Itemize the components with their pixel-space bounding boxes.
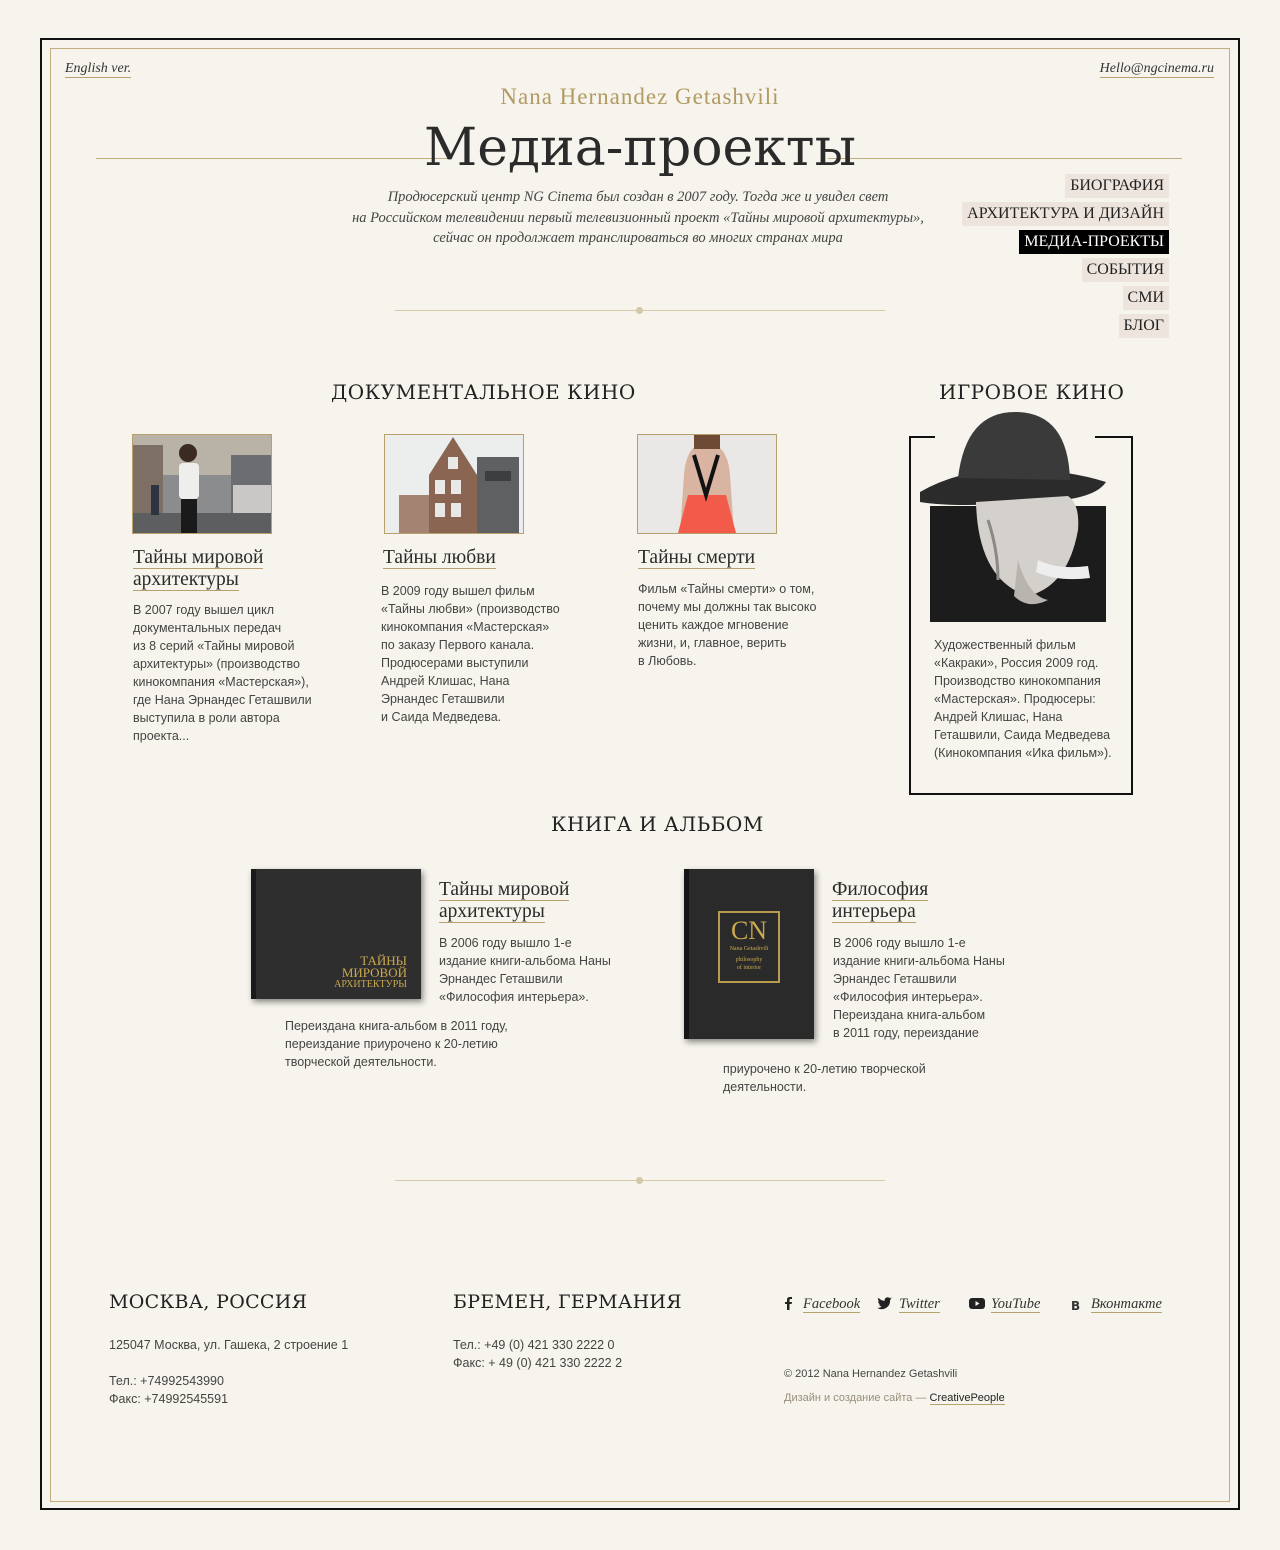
documentary-thumb-death[interactable] [637, 434, 777, 534]
social-youtube[interactable]: YouTube [969, 1296, 1041, 1313]
book-cover-text: of interior [736, 965, 762, 971]
moscow-fax: Факс: +74992545591 [109, 1392, 229, 1406]
nav-item-label: БИОГРАФИЯ [1065, 174, 1169, 198]
book-cover-interior[interactable]: CN Nana Getashvili philosophy of interio… [684, 869, 814, 1039]
copyright: © 2012 Nana Hernandez Getashvili [784, 1368, 958, 1380]
nav-item-biography[interactable]: БИОГРАФИЯ [962, 174, 1169, 202]
book-cover-text: Nana Getashvili [729, 946, 769, 952]
intro-text: Продюсерский центр NG Cinema был создан … [330, 187, 946, 249]
moscow-address: 125047 Москва, ул. Гашека, 2 строение 1 [109, 1338, 349, 1352]
books-section-title: КНИГА И АЛЬБОМ [551, 812, 764, 836]
documentary-card-title[interactable]: Тайны мировой архитектуры [133, 547, 264, 591]
nav-item-label: АРХИТЕКТУРА И ДИЗАЙН [962, 202, 1169, 226]
site-brand: Nana Hernandez Getashvili [500, 84, 780, 109]
social-link-label[interactable]: Facebook [803, 1296, 861, 1313]
social-vk[interactable]: В Вконтакте [1071, 1296, 1162, 1313]
nav-item-blog[interactable]: БЛОГ [962, 314, 1169, 342]
feature-film-portrait[interactable] [918, 410, 1108, 622]
social-facebook[interactable]: Facebook [781, 1296, 861, 1313]
social-link-label[interactable]: Twitter [899, 1296, 940, 1313]
bremen-city-title: БРЕМЕН, ГЕРМАНИЯ [453, 1291, 682, 1313]
book-cover-text: МИРОВОЙ [341, 965, 407, 980]
documentary-thumb-architecture[interactable] [132, 434, 272, 534]
nav-item-press[interactable]: СМИ [962, 286, 1169, 314]
section-divider [395, 307, 885, 314]
social-link-label[interactable]: Вконтакте [1091, 1296, 1162, 1313]
bremen-phone: Тел.: +49 (0) 421 330 2222 0 [453, 1338, 615, 1352]
design-credit-link[interactable]: CreativePeople [929, 1392, 1005, 1405]
documentary-thumb-love[interactable] [384, 434, 524, 534]
book-title[interactable]: Тайны мировой архитектуры [439, 879, 570, 923]
social-link-label[interactable]: YouTube [991, 1296, 1041, 1313]
twitter-icon [877, 1297, 892, 1310]
moscow-phone: Тел.: +74992543990 [109, 1374, 224, 1388]
section-divider [395, 1177, 885, 1184]
book-desc-continued: приурочено к 20-летию творческой деятельн… [723, 1062, 926, 1094]
nav-item-label: МЕДИА-ПРОЕКТЫ [1019, 230, 1169, 254]
nav-item-events[interactable]: СОБЫТИЯ [962, 258, 1169, 286]
facebook-icon [785, 1297, 792, 1310]
documentary-card-desc: В 2009 году вышел фильм «Тайны любви» (пр… [381, 584, 560, 724]
documentary-section-title: ДОКУМЕНТАЛЬНОЕ КИНО [331, 380, 636, 404]
nav-item-label: СМИ [1122, 286, 1169, 310]
main-nav: БИОГРАФИЯ АРХИТЕКТУРА И ДИЗАЙН МЕДИА-ПРО… [962, 174, 1169, 342]
nav-item-label: СОБЫТИЯ [1081, 258, 1169, 282]
nav-item-label: БЛОГ [1118, 314, 1169, 338]
feature-card-desc: Художественный фильм «Какраки», Россия 20… [934, 638, 1112, 760]
design-credit-prefix: Дизайн и создание сайта — [784, 1392, 930, 1404]
intro-line: сейчас он продолжает транслироваться во … [433, 230, 843, 246]
english-version-link[interactable]: English ver. [65, 61, 132, 78]
email-link[interactable]: Hello@ngcinema.ru [1099, 61, 1214, 78]
documentary-card-title[interactable]: Тайны смерти [638, 547, 756, 569]
feature-section-title: ИГРОВОЕ КИНО [939, 380, 1125, 404]
design-credit: Дизайн и создание сайта — CreativePeople [784, 1392, 1005, 1405]
intro-line: Продюсерский центр NG Cinema был создан … [387, 189, 889, 205]
book-cover-text: philosophy [735, 957, 763, 963]
page-title: Медиа-проекты [424, 118, 856, 178]
nav-item-media-projects[interactable]: МЕДИА-ПРОЕКТЫ [962, 230, 1169, 258]
bremen-fax: Факс: + 49 (0) 421 330 2222 2 [453, 1356, 623, 1370]
book-title[interactable]: Философия интерьера [832, 879, 929, 923]
book-monogram-icon: CN [730, 916, 768, 945]
documentary-card-title[interactable]: Тайны любви [383, 547, 496, 569]
book-desc-continued: Переиздана книга-альбом в 2011 году, пере… [285, 1019, 508, 1069]
book-cover-architecture[interactable]: ТАЙНЫ МИРОВОЙ АРХИТЕКТУРЫ [251, 869, 421, 999]
vk-icon: В [1071, 1299, 1081, 1313]
nav-item-architecture[interactable]: АРХИТЕКТУРА И ДИЗАЙН [962, 202, 1169, 230]
intro-line: на Российском телевидении первый телевиз… [352, 209, 924, 226]
book-desc: В 2006 году вышло 1-е издание книги-альбо… [439, 936, 611, 1004]
moscow-city-title: МОСКВА, РОССИЯ [109, 1291, 308, 1313]
book-cover-text: АРХИТЕКТУРЫ [334, 979, 407, 990]
book-desc: В 2006 году вышло 1-е издание книги-альбо… [833, 936, 1005, 1040]
social-twitter[interactable]: Twitter [877, 1296, 940, 1313]
youtube-icon [969, 1298, 985, 1309]
documentary-card-desc: В 2007 году вышел цикл документальных пер… [133, 603, 312, 743]
documentary-card-desc: Фильм «Тайны смерти» о том, почему мы дол… [638, 582, 817, 668]
